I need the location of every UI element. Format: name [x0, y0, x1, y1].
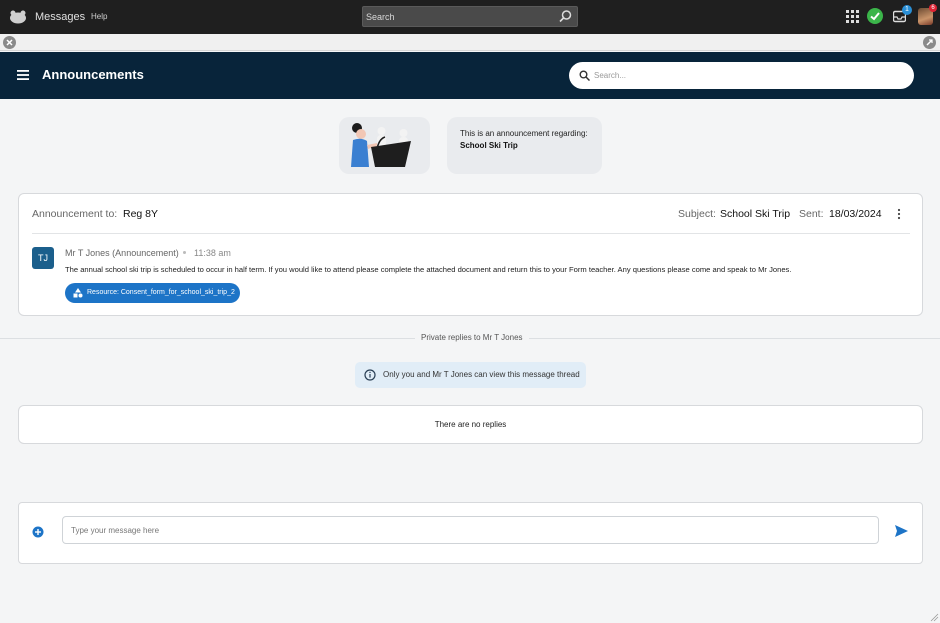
announcements-search-input[interactable] — [594, 67, 894, 84]
app-name[interactable]: Messages — [35, 11, 85, 23]
status-check-icon[interactable] — [867, 8, 883, 24]
apps-grid-icon[interactable] — [846, 10, 859, 23]
resource-attachment-button[interactable]: Resource: Consent_form_for_school_ski_tr… — [65, 283, 240, 303]
search-icon — [579, 70, 590, 81]
inbox-count-badge: 1 — [902, 5, 912, 15]
teacher-illustration-icon — [351, 123, 411, 167]
hamburger-menu-icon[interactable] — [17, 69, 29, 81]
announcement-illustration — [339, 117, 430, 174]
page-title: Announcements — [42, 67, 144, 82]
app-logo-icon[interactable] — [9, 9, 27, 24]
recipient-label: Announcement to: — [32, 208, 118, 220]
privacy-notice-text: Only you and Mr T Jones can view this me… — [383, 370, 580, 379]
search-icon[interactable] — [558, 9, 573, 24]
message-input[interactable] — [62, 516, 879, 544]
resize-grip-icon[interactable] — [930, 613, 939, 622]
card-divider — [32, 233, 910, 234]
window-strip — [0, 34, 940, 51]
regarding-label: This is an announcement regarding: — [460, 129, 588, 138]
message-body: The annual school ski trip is scheduled … — [65, 265, 792, 274]
close-window-icon[interactable] — [3, 36, 16, 49]
sender-name: Mr T Jones (Announcement) — [65, 248, 179, 258]
global-search-input[interactable] — [363, 7, 553, 26]
empty-replies-text: There are no replies — [434, 420, 507, 429]
announcement-card: Announcement to: Reg 8Y Subject: School … — [18, 193, 923, 316]
expand-window-icon[interactable] — [923, 36, 936, 49]
recipient-value: Reg 8Y — [123, 208, 159, 220]
global-search[interactable] — [362, 6, 578, 27]
app-header: Announcements — [0, 52, 940, 99]
replies-list: There are no replies — [18, 405, 923, 444]
sent-label: Sent: — [799, 208, 824, 220]
replies-section-label: Private replies to Mr T Jones — [415, 333, 529, 342]
resource-shapes-icon — [73, 288, 83, 298]
notification-badge: 6 — [929, 4, 937, 12]
info-icon — [364, 369, 376, 381]
resource-label: Resource: Consent_form_for_school_ski_tr… — [87, 289, 235, 296]
sent-date: 18/03/2024 — [829, 208, 882, 220]
subject-value: School Ski Trip — [720, 208, 791, 220]
add-attachment-icon[interactable] — [32, 526, 44, 538]
regarding-card: This is an announcement regarding: Schoo… — [447, 117, 602, 174]
announcements-search[interactable] — [569, 62, 914, 89]
message-time: 11:38 am — [194, 248, 231, 258]
send-icon[interactable] — [895, 525, 908, 537]
sender-avatar: TJ — [32, 247, 54, 269]
system-topbar: Messages Help 1 6 — [0, 0, 940, 34]
more-options-icon[interactable] — [896, 208, 902, 220]
subject-label: Subject: — [678, 208, 716, 220]
dot-separator — [183, 251, 186, 254]
message-composer — [18, 502, 923, 564]
help-link[interactable]: Help — [91, 12, 107, 21]
regarding-topic: School Ski Trip — [460, 141, 518, 150]
privacy-notice: Only you and Mr T Jones can view this me… — [355, 362, 586, 388]
main-content: This is an announcement regarding: Schoo… — [0, 99, 940, 623]
